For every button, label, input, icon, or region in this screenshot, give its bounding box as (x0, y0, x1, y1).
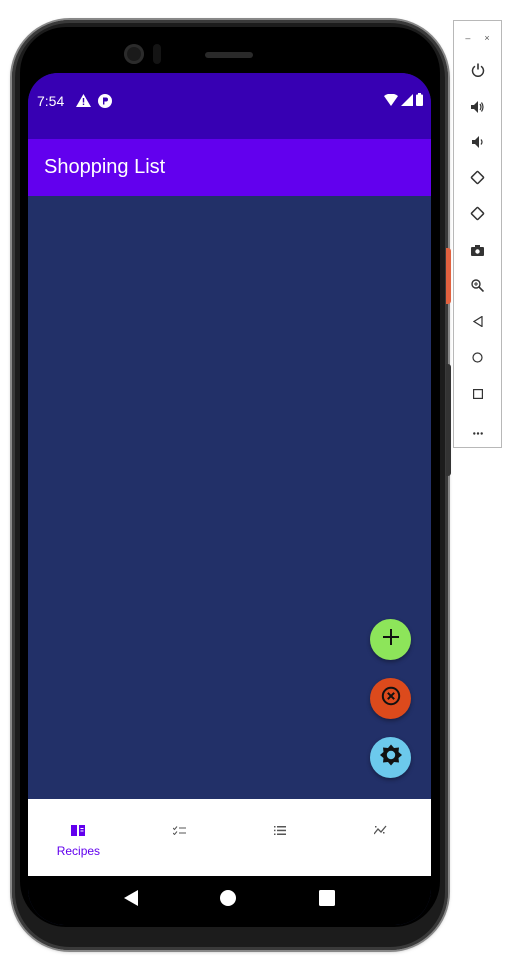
emulator-toolbar: – × (453, 20, 502, 448)
app-bar: Shopping List (28, 139, 431, 196)
book-icon (71, 824, 86, 836)
power-icon (471, 63, 485, 82)
volume-down-icon (471, 135, 484, 153)
rotate-left-button[interactable] (454, 162, 501, 198)
volume-up-icon (470, 100, 485, 118)
gear-icon (379, 744, 402, 771)
signal-icon (401, 93, 413, 111)
sensor-icon (153, 44, 161, 64)
status-time: 7:54 (37, 93, 65, 109)
bottom-navigation: Recipes (28, 799, 431, 876)
wifi-icon (384, 93, 398, 111)
volume-down-button[interactable] (454, 127, 501, 163)
status-right-icons (384, 93, 423, 111)
front-camera-icon (124, 44, 144, 64)
p-icon (98, 94, 112, 113)
device-screen: 7:54 Shopping List Recipes (28, 73, 431, 925)
rotate-left-icon (470, 170, 485, 190)
add-button[interactable] (370, 619, 411, 660)
system-navigation-bar (28, 876, 431, 925)
back-icon[interactable] (124, 890, 139, 911)
close-button[interactable]: × (484, 33, 489, 43)
overview-button[interactable] (454, 377, 501, 413)
warning-icon (76, 94, 91, 112)
list-icon (273, 824, 286, 836)
nav-item-recipes[interactable]: Recipes (28, 799, 129, 876)
nav-item-list[interactable] (230, 799, 331, 876)
minimize-button[interactable]: – (465, 33, 470, 43)
earpiece-speaker (205, 52, 253, 58)
nav-label-recipes: Recipes (56, 844, 101, 858)
status-bar: 7:54 (28, 73, 431, 139)
sparkline-icon (374, 824, 387, 836)
power-side-button[interactable] (446, 248, 451, 304)
back-button[interactable] (454, 306, 501, 342)
battery-icon (416, 93, 423, 111)
screenshot-button[interactable] (454, 234, 501, 270)
main-content (28, 196, 431, 799)
recents-icon[interactable] (318, 890, 335, 911)
volume-side-button[interactable] (446, 364, 451, 476)
home-icon[interactable] (220, 890, 237, 911)
overview-icon (472, 386, 483, 404)
checklist-icon (172, 824, 186, 836)
home-icon (472, 350, 483, 368)
zoom-icon (471, 278, 485, 297)
nav-item-checklist[interactable] (129, 799, 230, 876)
zoom-button[interactable] (454, 270, 501, 306)
rotate-right-button[interactable] (454, 198, 501, 234)
more-button[interactable] (454, 413, 501, 449)
settings-button[interactable] (370, 737, 411, 778)
page-title: Shopping List (44, 156, 166, 178)
close-circle-icon (381, 686, 401, 711)
cancel-button[interactable] (370, 678, 411, 719)
window-controls: – × (454, 21, 501, 55)
plus-icon (382, 628, 400, 651)
volume-up-button[interactable] (454, 91, 501, 127)
rotate-right-icon (470, 206, 485, 226)
camera-icon (471, 243, 484, 261)
back-icon (472, 314, 483, 332)
more-icon (472, 422, 483, 440)
nav-item-stats[interactable] (330, 799, 431, 876)
home-button[interactable] (454, 341, 501, 377)
power-button[interactable] (454, 55, 501, 91)
